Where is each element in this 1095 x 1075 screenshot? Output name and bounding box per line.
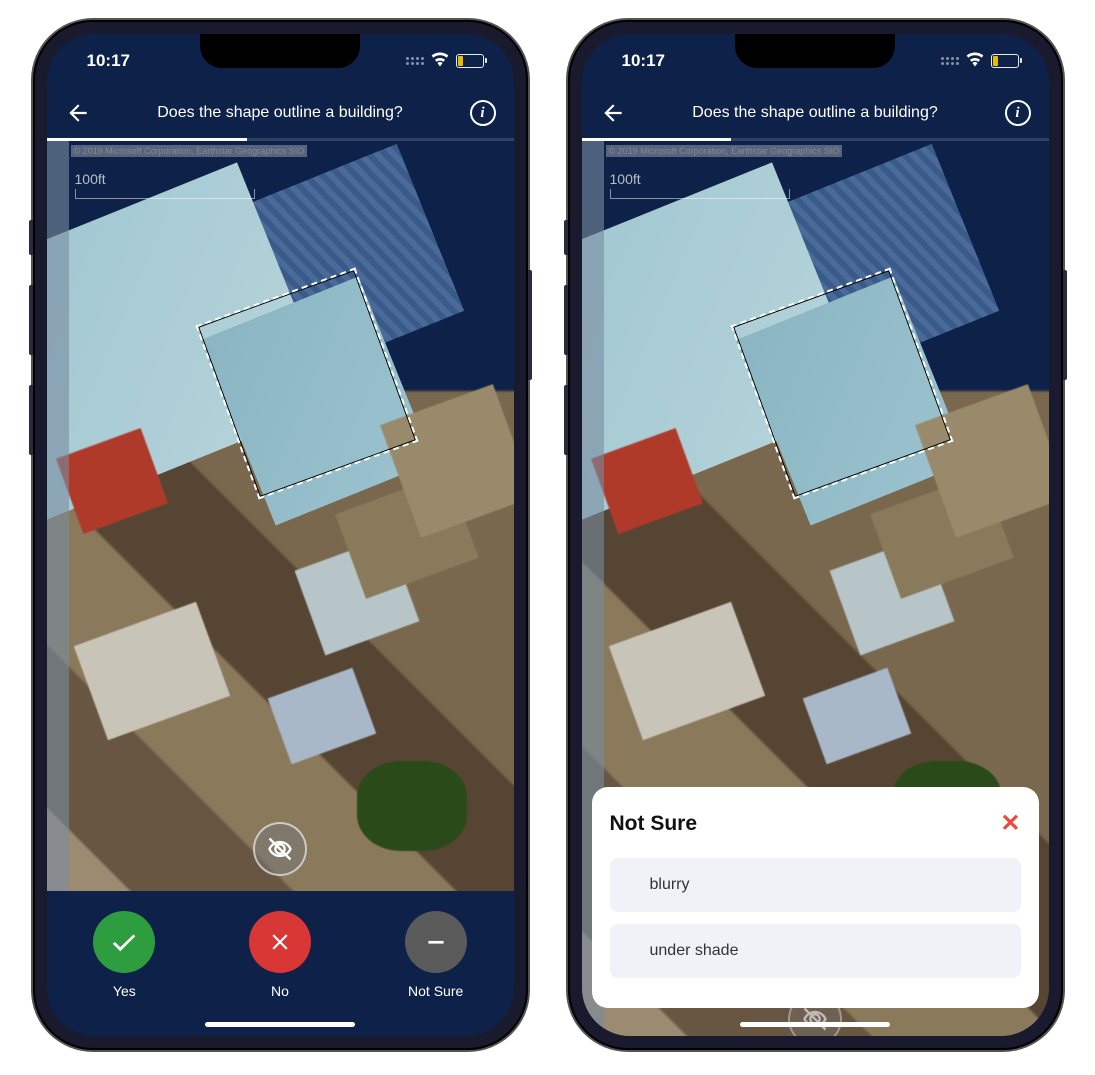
satellite-map[interactable]: © 2019 Microsoft Corporation, Earthstar … <box>47 141 514 891</box>
notsure-action: Not Sure <box>405 911 467 999</box>
sheet-title: Not Sure <box>610 812 698 836</box>
toggle-visibility-button[interactable] <box>253 822 307 876</box>
map-scale: 100ft <box>610 171 790 199</box>
satellite-map[interactable]: © 2019 Microsoft Corporation, Earthstar … <box>582 141 1049 1036</box>
nav-bar: Does the shape outline a building? i <box>47 88 514 138</box>
map-scale: 100ft <box>75 171 255 199</box>
status-time: 10:17 <box>87 51 130 71</box>
home-indicator[interactable] <box>740 1022 890 1027</box>
side-buttons-left <box>564 220 568 485</box>
screen: 10:17 Does the shape outline a building?… <box>582 34 1049 1036</box>
yes-button[interactable] <box>93 911 155 973</box>
nav-bar: Does the shape outline a building? i <box>582 88 1049 138</box>
no-button[interactable] <box>249 911 311 973</box>
yes-action: Yes <box>93 911 155 999</box>
yes-label: Yes <box>113 983 136 999</box>
back-arrow-icon[interactable] <box>65 100 91 126</box>
notch <box>735 34 895 68</box>
wifi-icon <box>430 51 450 72</box>
phone-frame-right: 10:17 Does the shape outline a building?… <box>568 20 1063 1050</box>
battery-icon <box>991 54 1019 68</box>
no-label: No <box>271 983 289 999</box>
cellular-dots-icon <box>941 57 959 65</box>
status-indicators <box>941 51 1019 72</box>
side-buttons-left <box>29 220 33 485</box>
nav-title: Does the shape outline a building? <box>91 104 470 122</box>
side-button-right <box>1063 270 1067 380</box>
phone-frame-left: 10:17 Does the shape outline a building?… <box>33 20 528 1050</box>
status-indicators <box>406 51 484 72</box>
cellular-dots-icon <box>406 57 424 65</box>
battery-icon <box>456 54 484 68</box>
map-scrollbar[interactable] <box>47 141 69 891</box>
wifi-icon <box>965 51 985 72</box>
notch <box>200 34 360 68</box>
sheet-option-blurry[interactable]: blurry <box>610 858 1021 912</box>
status-time: 10:17 <box>622 51 665 71</box>
answer-actions: Yes No Not Sure <box>47 891 514 1036</box>
sheet-option-undershade[interactable]: under shade <box>610 924 1021 978</box>
notsure-button[interactable] <box>405 911 467 973</box>
close-icon[interactable]: ✕ <box>1000 809 1020 838</box>
notsure-label: Not Sure <box>408 983 463 999</box>
nav-title: Does the shape outline a building? <box>626 104 1005 122</box>
side-button-right <box>528 270 532 380</box>
back-arrow-icon[interactable] <box>600 100 626 126</box>
home-indicator[interactable] <box>205 1022 355 1027</box>
no-action: No <box>249 911 311 999</box>
notsure-sheet: Not Sure ✕ blurry under shade <box>592 787 1039 1008</box>
map-attribution: © 2019 Microsoft Corporation, Earthstar … <box>606 145 843 157</box>
map-attribution: © 2019 Microsoft Corporation, Earthstar … <box>71 145 308 157</box>
screen: 10:17 Does the shape outline a building?… <box>47 34 514 1036</box>
info-icon[interactable]: i <box>470 100 496 126</box>
info-icon[interactable]: i <box>1005 100 1031 126</box>
